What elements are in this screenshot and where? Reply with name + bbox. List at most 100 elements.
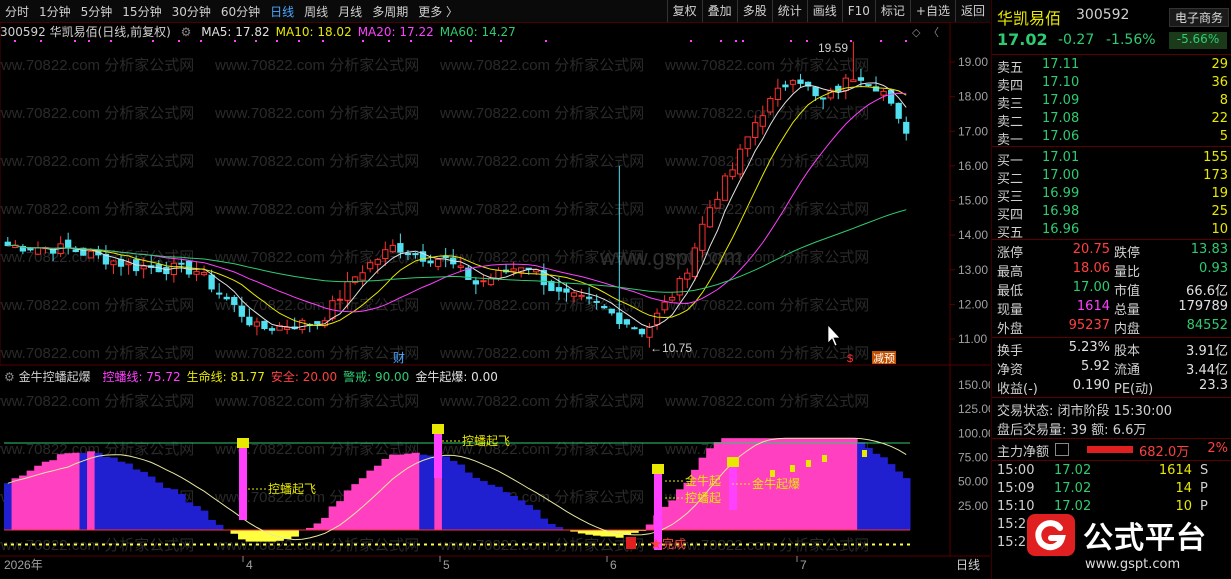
candlestick[interactable] (631, 326, 638, 330)
gear-icon[interactable]: ⚙ (4, 370, 15, 384)
toolbar-button-7[interactable]: +自选 (909, 0, 955, 22)
tab-period-8[interactable]: 月线 (333, 3, 367, 20)
sector-button[interactable]: 电子商务 (1169, 8, 1229, 27)
ask-row[interactable]: 卖三 17.09 8 (992, 93, 1231, 112)
ask-row[interactable]: 卖二 17.08 22 (992, 111, 1231, 130)
dividend-marker[interactable]: $ (847, 353, 853, 365)
tab-period-1[interactable]: 1分钟 (34, 3, 76, 20)
candlestick[interactable] (57, 236, 64, 258)
candlestick[interactable] (835, 83, 842, 100)
candlestick[interactable] (193, 261, 200, 282)
candlestick[interactable] (389, 239, 396, 253)
stat-key: 流通 (1114, 363, 1141, 378)
ask-row[interactable]: 卖四 17.10 36 (992, 75, 1231, 94)
candlestick[interactable] (903, 116, 910, 141)
stat-row: 外盘 95237 内盘 84552 (992, 318, 1231, 337)
candlestick[interactable] (767, 96, 774, 116)
toolbar-button-4[interactable]: 画线 (806, 0, 842, 22)
main-flow-bar (1087, 446, 1133, 453)
candlestick[interactable] (200, 265, 208, 277)
watermark-text: www.70822.com 分析家公式网 (664, 393, 869, 410)
watermark-text: www.70822.com 分析家公式网 (0, 153, 194, 170)
candlestick[interactable] (895, 102, 902, 124)
list-icon[interactable] (1055, 443, 1069, 456)
candlestick[interactable] (714, 191, 721, 209)
bid-row[interactable]: 买四 16.98 25 (992, 204, 1231, 223)
signal-annotation: 控蟠起飞 (268, 482, 316, 496)
ask-row[interactable]: 卖一 17.06 5 (992, 129, 1231, 148)
brand-logo: 公式平台 (1027, 511, 1227, 559)
candlestick[interactable] (653, 308, 661, 330)
candlestick[interactable] (434, 257, 442, 271)
candlestick[interactable] (12, 240, 19, 249)
watermark-text: www.70822.com 分析家公式网 (214, 201, 419, 218)
candlestick[interactable] (480, 274, 487, 287)
candlestick[interactable] (608, 308, 615, 316)
settings-icon[interactable]: ⚙ (181, 25, 192, 39)
signal-bar[interactable] (239, 444, 247, 520)
candlestick[interactable] (419, 244, 427, 267)
watermark-text: www.70822.com 分析家公式网 (439, 201, 644, 218)
candlestick[interactable] (684, 268, 691, 289)
toolbar-button-3[interactable]: 统计 (771, 0, 807, 22)
tick-flag: P (1200, 481, 1208, 496)
ma-value-2: MA20: 17.22 (357, 25, 434, 39)
tab-period-4[interactable]: 30分钟 (167, 3, 216, 20)
toolbar-button-8[interactable]: 返回 (954, 0, 990, 22)
bid-row[interactable]: 买一 17.01 155 (992, 150, 1231, 169)
candlestick[interactable] (623, 318, 631, 328)
candlestick[interactable] (797, 73, 804, 87)
candlestick[interactable] (253, 317, 261, 336)
tab-period-7[interactable]: 周线 (299, 3, 333, 20)
signal-bar[interactable] (434, 430, 442, 478)
tab-period-6[interactable]: 日线 (265, 3, 299, 20)
period-indicator[interactable]: 日线 (956, 558, 980, 572)
candlestick[interactable] (268, 326, 276, 335)
bid-label: 买一 (997, 154, 1024, 169)
tab-period-2[interactable]: 5分钟 (76, 3, 118, 20)
bid-row[interactable]: 买五 16.96 10 (992, 222, 1231, 241)
stat-value: 5.23% (1068, 340, 1110, 355)
candlestick[interactable] (638, 328, 646, 338)
last-price: 17.02 (997, 30, 1048, 49)
kline-chart[interactable]: www.70822.com 分析家公式网 www.70822.com 分析家公式网… (0, 22, 990, 576)
candlestick[interactable] (736, 143, 744, 179)
candlestick[interactable] (110, 259, 117, 275)
ask-row[interactable]: 卖五 17.11 29 (992, 57, 1231, 76)
tab-period-0[interactable]: 分时 (0, 3, 34, 20)
candlestick[interactable] (721, 172, 729, 201)
toolbar-button-5[interactable]: F10 (841, 0, 875, 22)
toolbar-button-1[interactable]: 叠加 (701, 0, 737, 22)
candlestick[interactable] (842, 74, 849, 100)
tab-period-3[interactable]: 15分钟 (117, 3, 166, 20)
candlestick[interactable] (351, 276, 359, 285)
toolbar-button-2[interactable]: 多股 (736, 0, 772, 22)
candlestick[interactable] (261, 320, 268, 331)
y-tick-label: 13.00 (958, 263, 988, 277)
watermark-text: www.70822.com 分析家公式网 (664, 297, 869, 314)
finance-marker[interactable]: 财 (393, 351, 405, 365)
candlestick[interactable] (472, 277, 480, 295)
candlestick[interactable] (487, 273, 495, 287)
candlestick[interactable] (359, 265, 366, 287)
candlestick[interactable] (4, 237, 11, 247)
signal-bar[interactable] (729, 463, 737, 510)
stat-value: 23.3 (1199, 378, 1228, 393)
indicator-legend: ⚙ 金牛控蟠起爆 控蟠线: 75.72 生命线: 81.77 安全: 20.00 警戒… (0, 368, 940, 384)
candlestick[interactable] (548, 279, 555, 292)
tick-row: 15:00 17.02 1614 S (992, 463, 1231, 481)
candlestick[interactable] (774, 78, 782, 107)
tab-period-9[interactable]: 多周期 (367, 3, 413, 20)
bid-row[interactable]: 买二 17.00 173 (992, 168, 1231, 187)
bid-price: 17.01 (1042, 150, 1080, 165)
candlestick[interactable] (880, 89, 887, 101)
tab-period-10[interactable]: 更多 〉 (413, 3, 463, 20)
tab-period-5[interactable]: 60分钟 (216, 3, 265, 20)
candlestick[interactable] (782, 80, 789, 91)
toolbar-button-0[interactable]: 复权 (666, 0, 702, 22)
toolbar-button-6[interactable]: 标记 (874, 0, 910, 22)
bid-row[interactable]: 买三 16.99 19 (992, 186, 1231, 205)
candlestick[interactable] (789, 78, 797, 93)
stat-row: 净资 5.92 流通 3.44亿 (992, 359, 1231, 378)
candlestick[interactable] (827, 87, 834, 101)
